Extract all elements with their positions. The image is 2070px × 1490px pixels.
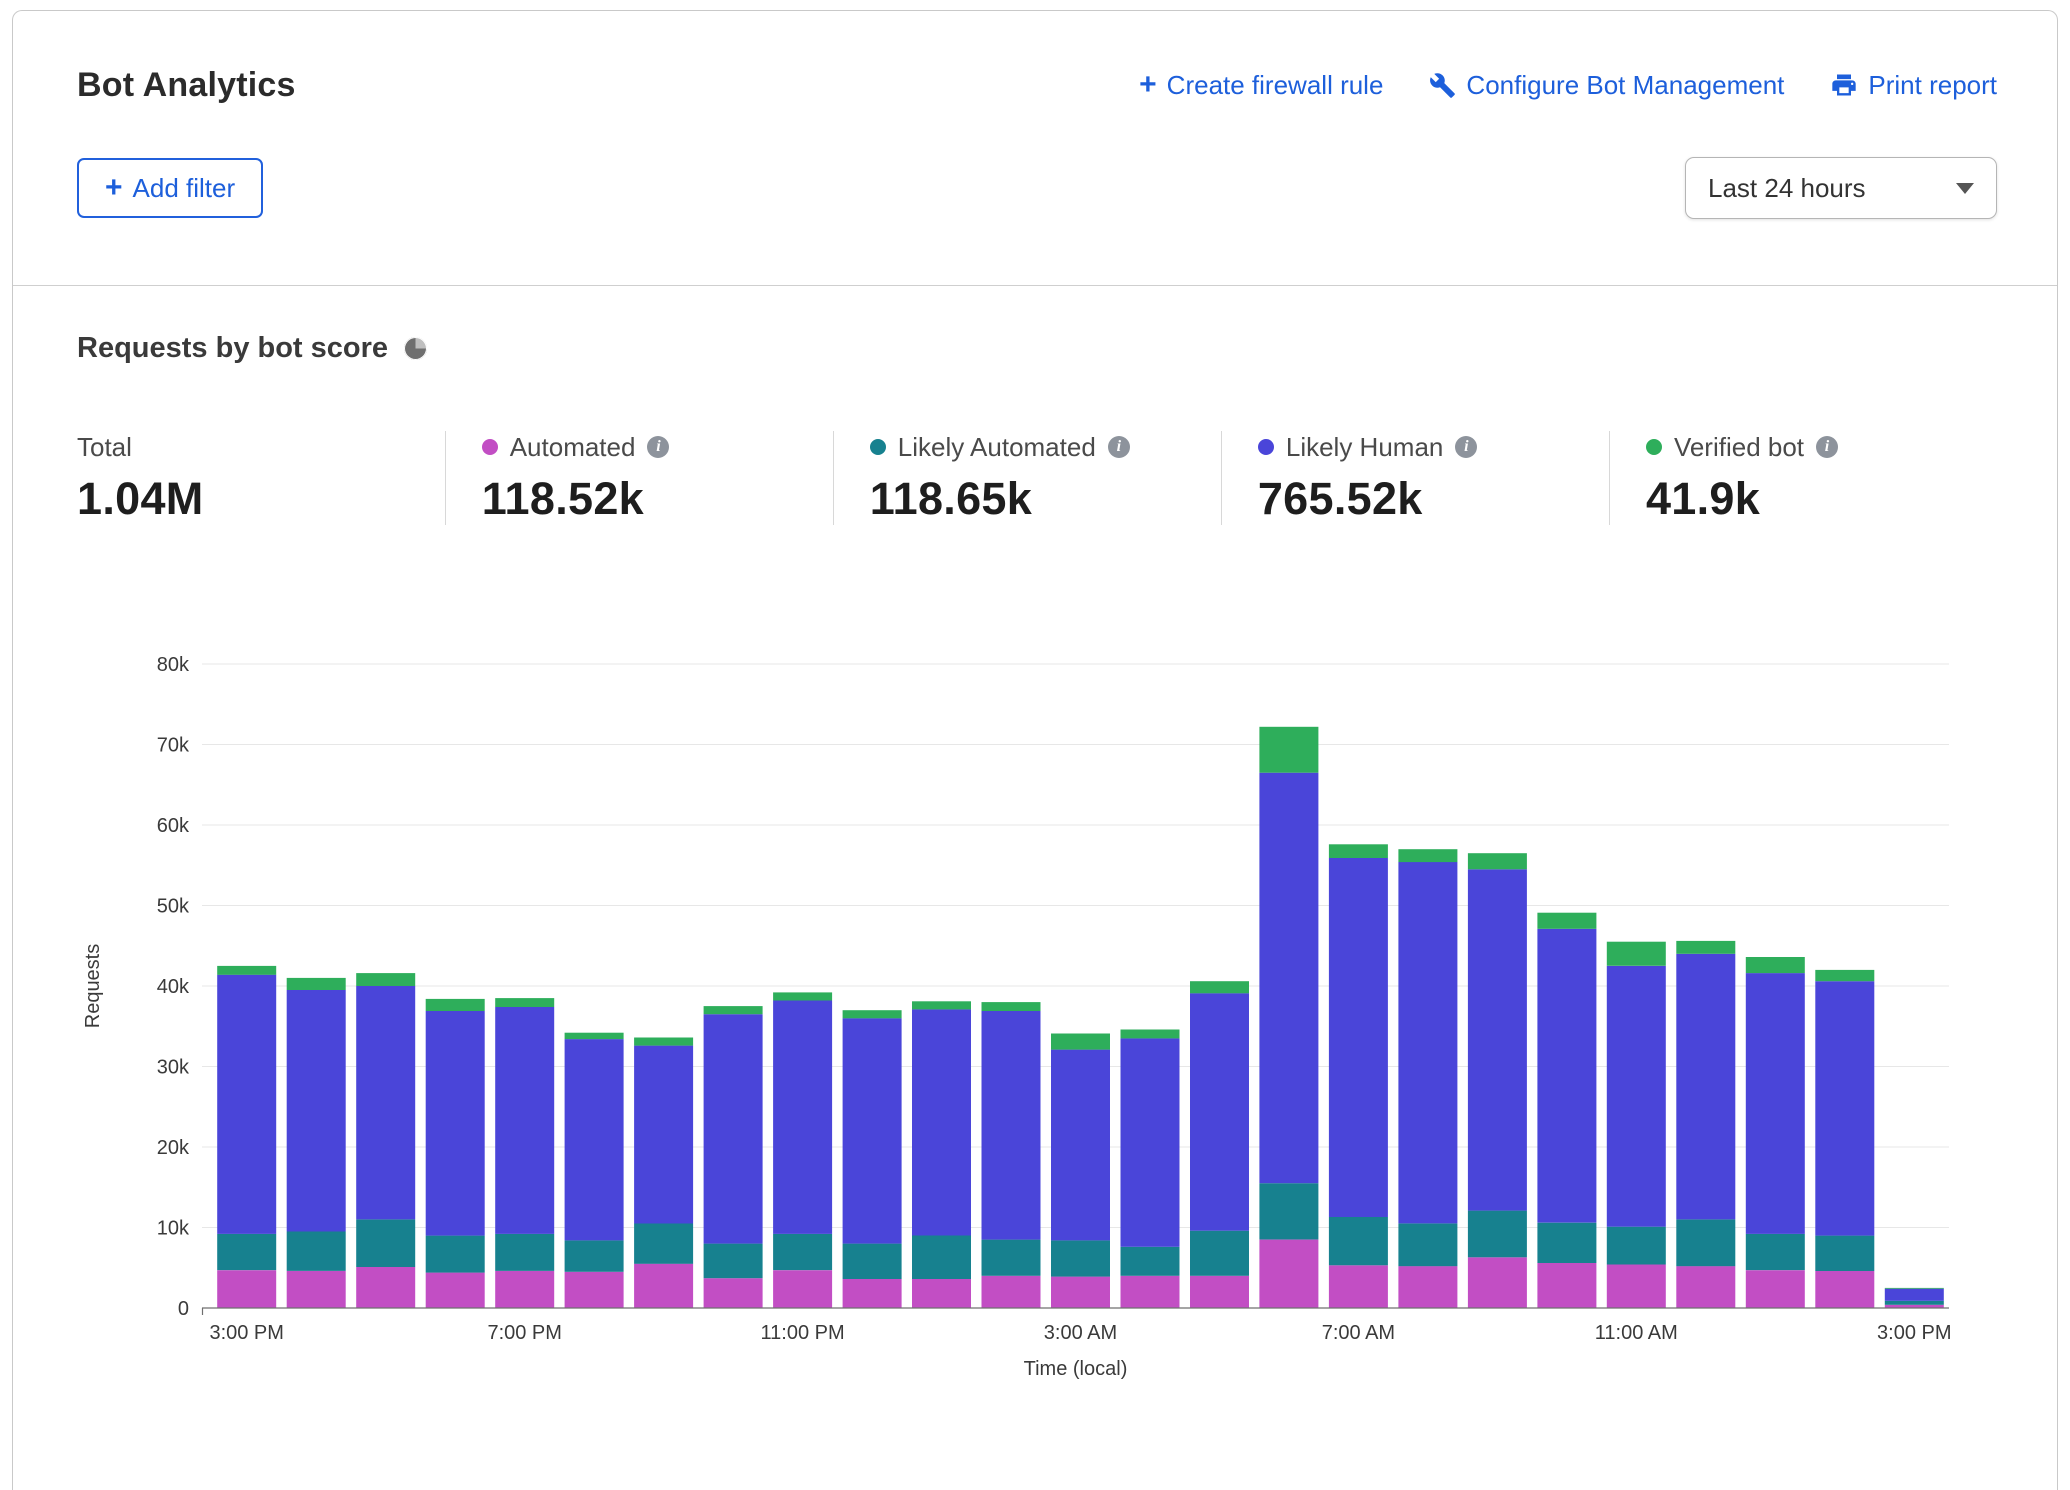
- stat-verified-bot-value: 41.9k: [1646, 473, 1997, 525]
- stats-row: Total 1.04M Automated i 118.52k Likely A…: [77, 431, 1997, 525]
- print-report-link[interactable]: Print report: [1830, 70, 1997, 101]
- stat-automated-label: Automated: [510, 432, 636, 463]
- svg-text:11:00 PM: 11:00 PM: [761, 1322, 845, 1344]
- section-title: Requests by bot score: [77, 332, 388, 365]
- svg-text:50k: 50k: [157, 896, 190, 918]
- stat-total-label: Total: [77, 432, 132, 463]
- requests-by-bot-score-section: Requests by bot score Total 1.04M Automa…: [13, 286, 2057, 525]
- plus-icon: +: [105, 173, 123, 203]
- stat-total: Total 1.04M: [77, 431, 445, 525]
- header: Bot Analytics + Create firewall rule Con…: [13, 11, 2057, 286]
- stat-verified-bot: Verified bot i 41.9k: [1609, 431, 1997, 525]
- configure-bot-management-label: Configure Bot Management: [1466, 70, 1784, 101]
- svg-text:Time (local): Time (local): [1024, 1358, 1128, 1380]
- header-actions: + Create firewall rule Configure Bot Man…: [1139, 70, 1997, 101]
- stat-likely-automated: Likely Automated i 118.65k: [833, 431, 1221, 525]
- stat-likely-automated-value: 118.65k: [870, 473, 1221, 525]
- svg-text:0: 0: [178, 1298, 189, 1320]
- info-icon[interactable]: i: [647, 436, 669, 458]
- plus-icon: +: [1139, 70, 1157, 100]
- add-filter-label: Add filter: [133, 173, 236, 204]
- chevron-down-icon: [1956, 183, 1974, 194]
- svg-text:3:00 PM: 3:00 PM: [1877, 1322, 1951, 1344]
- time-range-value: Last 24 hours: [1708, 173, 1866, 204]
- bot-analytics-card: Bot Analytics + Create firewall rule Con…: [12, 10, 2058, 1490]
- svg-text:Requests: Requests: [82, 944, 104, 1029]
- stat-likely-human-label: Likely Human: [1286, 432, 1444, 463]
- svg-text:60k: 60k: [157, 815, 190, 837]
- stat-verified-bot-label: Verified bot: [1674, 432, 1804, 463]
- printer-icon: [1830, 71, 1858, 99]
- wrench-icon: [1429, 72, 1456, 99]
- time-range-select[interactable]: Last 24 hours: [1685, 157, 1997, 219]
- create-firewall-rule-link[interactable]: + Create firewall rule: [1139, 70, 1383, 101]
- legend-dot-likely-automated: [870, 439, 886, 455]
- info-icon[interactable]: i: [1455, 436, 1477, 458]
- svg-text:7:00 AM: 7:00 AM: [1322, 1322, 1395, 1344]
- svg-text:80k: 80k: [157, 654, 190, 676]
- svg-text:70k: 70k: [157, 735, 190, 757]
- stat-automated: Automated i 118.52k: [445, 431, 833, 525]
- stat-likely-human: Likely Human i 765.52k: [1221, 431, 1609, 525]
- configure-bot-management-link[interactable]: Configure Bot Management: [1429, 70, 1784, 101]
- svg-text:11:00 AM: 11:00 AM: [1595, 1322, 1678, 1344]
- pie-chart-icon: [404, 337, 427, 360]
- svg-text:3:00 PM: 3:00 PM: [209, 1322, 283, 1344]
- stat-total-value: 1.04M: [77, 473, 445, 525]
- svg-text:20k: 20k: [157, 1137, 190, 1159]
- svg-text:30k: 30k: [157, 1057, 190, 1079]
- svg-text:3:00 AM: 3:00 AM: [1044, 1322, 1117, 1344]
- legend-dot-verified-bot: [1646, 439, 1662, 455]
- svg-text:10k: 10k: [157, 1218, 190, 1240]
- svg-text:40k: 40k: [157, 976, 190, 998]
- stat-likely-automated-label: Likely Automated: [898, 432, 1096, 463]
- legend-dot-likely-human: [1258, 439, 1274, 455]
- info-icon[interactable]: i: [1108, 436, 1130, 458]
- stat-likely-human-value: 765.52k: [1258, 473, 1609, 525]
- create-firewall-rule-label: Create firewall rule: [1167, 70, 1384, 101]
- svg-text:7:00 PM: 7:00 PM: [487, 1322, 561, 1344]
- legend-dot-automated: [482, 439, 498, 455]
- page-title: Bot Analytics: [77, 65, 296, 105]
- info-icon[interactable]: i: [1816, 436, 1838, 458]
- print-report-label: Print report: [1868, 70, 1997, 101]
- requests-stacked-bar-chart: 0 10k 20k 30k 40k 50k 60k 70k 80k 3:00 PM 7:00 PM 1…: [77, 601, 1997, 1411]
- requests-chart: 0 10k 20k 30k 40k 50k 60k 70k 80k 3:00 PM 7:00 PM 1…: [77, 601, 1997, 1411]
- add-filter-button[interactable]: + Add filter: [77, 158, 263, 218]
- stat-automated-value: 118.52k: [482, 473, 833, 525]
